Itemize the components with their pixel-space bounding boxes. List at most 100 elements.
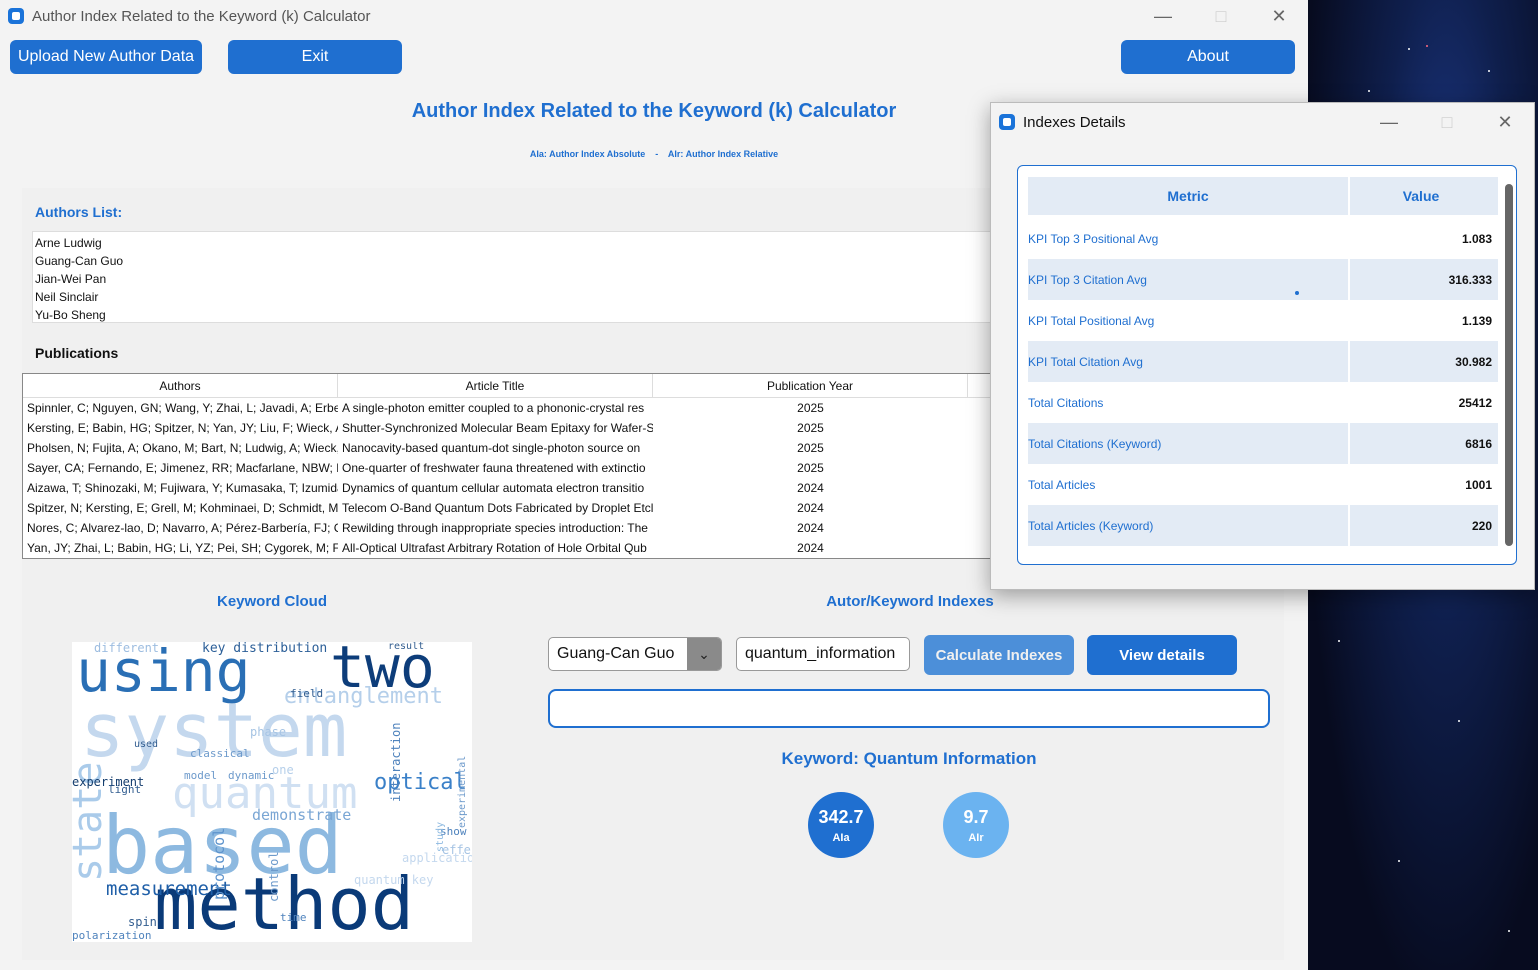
metric-value: 1.139 [1461,313,1492,328]
details-titlebar[interactable]: Indexes Details — □ ✕ [991,103,1534,141]
metric-value: 316.333 [1350,259,1498,300]
cloud-word: dynamic [228,769,275,782]
calculate-indexes-button[interactable]: Calculate Indexes [924,635,1074,675]
details-panel: Metric Value KPI Top 3 Positional Avg 1.0… [1017,165,1517,565]
table-row[interactable]: Yan, JY; Zhai, L; Babin, HG; Li, YZ; Pei… [23,538,991,558]
cell-year: 2025 [797,441,824,455]
cloud-word: spin [128,915,157,929]
table-row[interactable]: Spitzer, N; Kersting, E; Grell, M; Kohmi… [23,498,991,518]
table-row[interactable]: Pholsen, N; Fujita, A; Okano, M; Bart, N… [23,438,991,458]
cloud-word: phase [250,725,287,739]
publications-table[interactable]: Authors Article Title Publication Year S… [22,373,992,559]
column-header-authors[interactable]: Authors [23,374,338,397]
list-item[interactable]: Guang-Can Guo [35,252,989,270]
maximize-button[interactable]: □ [1192,0,1250,32]
aia-value: 342.7 [818,806,864,827]
authors-list[interactable]: Arne Ludwig Guang-Can Guo Jian-Wei Pan N… [32,231,992,323]
column-header-year[interactable]: Publication Year [653,374,968,397]
cell-title: Rewilding through inappropriate species … [342,521,648,535]
star [1338,640,1340,642]
about-button[interactable]: About [1121,40,1295,74]
keyword-label: Keyword: Quantum Information [781,749,1037,768]
details-row: KPI Top 3 Citation Avg 316.333 [1028,259,1498,300]
cell-title: Dynamics of quantum cellular automata el… [342,481,645,495]
view-details-button[interactable]: View details [1087,635,1237,675]
metric-name: KPI Top 3 Citation Avg [1028,259,1348,300]
details-row: Total Articles (Keyword) 220 [1028,505,1498,546]
list-item[interactable]: Neil Sinclair [35,288,989,306]
status-output-box[interactable] [548,689,1270,728]
maximize-button[interactable]: □ [1418,106,1476,138]
table-row[interactable]: Kersting, E; Babin, HG; Spitzer, N; Yan,… [23,418,991,438]
cloud-word: one [272,763,294,777]
minimize-button[interactable]: — [1134,0,1192,32]
cell-authors: Aizawa, T; Shinozaki, M; Fujiwara, Y; Ku… [27,481,338,495]
metric-value: 220 [1350,505,1498,546]
cell-title: All-Optical Ultrafast Arbitrary Rotation… [342,541,647,555]
cloud-word: used [134,739,159,750]
column-header-title[interactable]: Article Title [338,374,653,397]
metric-value: 1.083 [1461,231,1492,246]
metric-name: Total Citations [1028,395,1104,410]
metric-name: KPI Top 3 Positional Avg [1028,231,1159,246]
cloud-word: light [108,783,142,796]
details-row: KPI Total Positional Avg 1.139 [1028,300,1498,341]
cell-authors: Pholsen, N; Fujita, A; Okano, M; Bart, N… [27,441,338,455]
cloud-word: key distribution [202,642,328,656]
cell-year: 2025 [797,461,824,475]
cloud-word: interaction [389,722,403,802]
minimize-button[interactable]: — [1360,106,1418,138]
details-window-title: Indexes Details [1023,113,1126,131]
column-header-metric: Metric [1028,177,1348,215]
cell-authors: Spitzer, N; Kersting, E; Grell, M; Kohmi… [27,501,338,515]
cloud-word: model [184,769,218,782]
cell-year: 2025 [797,421,824,435]
cell-authors: Kersting, E; Babin, HG; Spitzer, N; Yan,… [27,421,338,435]
upload-author-data-button[interactable]: Upload New Author Data [10,40,202,74]
table-row[interactable]: Spinnler, C; Nguyen, GN; Wang, Y; Zhai, … [23,398,991,418]
list-item[interactable]: Arne Ludwig [35,234,989,252]
cell-authors: Nores, C; Alvarez-lao, D; Navarro, A; Pé… [27,521,338,535]
star [1368,90,1370,92]
main-titlebar[interactable]: Author Index Related to the Keyword (k) … [0,0,1308,32]
cell-title: One-quarter of freshwater fauna threaten… [342,461,646,475]
cell-year: 2024 [797,481,824,495]
aia-label: AIa [832,831,850,844]
table-row[interactable]: Aizawa, T; Shinozaki, M; Fujiwara, Y; Ku… [23,478,991,498]
cloud-word: quantum key [354,873,434,887]
details-table: Metric Value KPI Top 3 Positional Avg 1.0… [1028,177,1498,546]
cell-title: Telecom O-Band Quantum Dots Fabricated b… [342,501,653,515]
cloud-word: result [388,642,425,652]
app-icon [999,114,1015,130]
cell-year: 2024 [797,521,824,535]
cloud-word: demonstrate [252,806,352,824]
details-scrollbar[interactable] [1505,184,1513,546]
list-item[interactable]: Yu-Bo Sheng [35,306,989,324]
indexes-details-window: Indexes Details — □ ✕ Metric Value KPI T… [990,102,1535,590]
cloud-word: optical [374,770,467,795]
cell-title: A single-photon emitter coupled to a pho… [342,401,645,415]
keyword-input[interactable] [736,637,910,671]
star [1426,45,1428,47]
close-button[interactable]: ✕ [1476,106,1534,138]
details-row: Total Citations (Keyword) 6816 [1028,423,1498,464]
table-header: Authors Article Title Publication Year [23,374,991,398]
metric-value: 30.982 [1350,341,1498,382]
chevron-down-icon[interactable]: ⌄ [687,638,721,670]
indexes-title: Autor/Keyword Indexes [826,593,994,610]
list-item[interactable]: Jian-Wei Pan [35,270,989,288]
air-value: 9.7 [963,806,989,827]
star [1488,70,1490,72]
table-row[interactable]: Sayer, CA; Fernando, E; Jimenez, RR; Mac… [23,458,991,478]
metric-value: 6816 [1350,423,1498,464]
exit-button[interactable]: Exit [228,40,402,74]
keyword-cloud-image: using two system quantum based method state ent… [72,642,472,942]
authors-list-label: Authors List: [35,204,123,220]
close-button[interactable]: ✕ [1250,0,1308,32]
cell-year: 2025 [797,401,824,415]
cloud-word: time [280,911,307,924]
author-dropdown[interactable]: Guang-Can Guo ⌄ [548,637,722,671]
publications-label: Publications [35,345,119,361]
star [1408,48,1410,50]
table-row[interactable]: Nores, C; Alvarez-lao, D; Navarro, A; Pé… [23,518,991,538]
